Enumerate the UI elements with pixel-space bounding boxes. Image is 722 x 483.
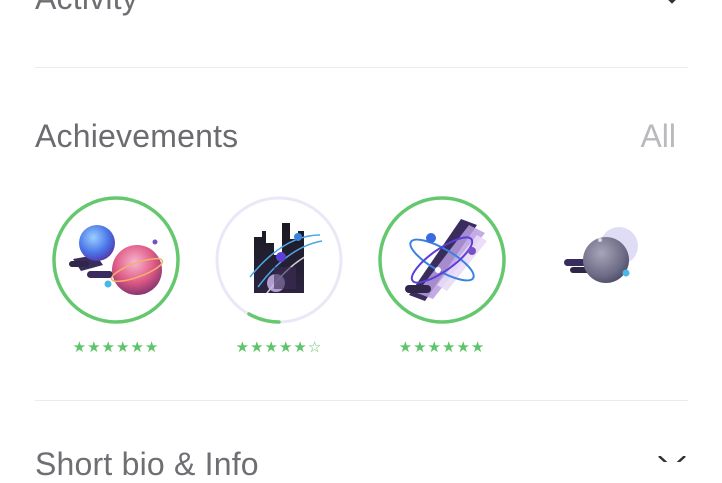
all-achievements-link[interactable]: All [640,118,676,155]
achievement-badge-atom-rocket[interactable] [377,195,507,325]
activity-section-title: Activity [35,0,138,17]
star-filled-icon: ★★★★★ [235,339,308,356]
section-divider [35,67,688,68]
planets-badge-icon [69,225,164,295]
achievements-section-title: Achievements [35,118,239,154]
achievement-badge-comet-planet[interactable] [540,195,670,325]
star-filled-icon: ★★★★★★ [72,339,160,356]
star-filled-icon: ★★★★★★ [398,339,486,356]
comet-planet-badge-icon [564,227,638,283]
badge-rating-stars: ★★★★★★ [51,338,181,356]
atom-rocket-badge-icon [405,219,487,301]
bio-section-title: Short bio & Info [35,446,259,482]
chevron-down-icon[interactable] [657,456,687,462]
city-orbit-badge-icon [249,223,323,298]
achievement-badge-city-orbit[interactable] [214,195,344,325]
chevron-down-icon[interactable] [660,0,684,6]
achievement-badge-planets[interactable] [51,195,181,325]
section-divider [35,400,688,401]
star-empty-icon: ☆ [307,339,323,356]
badge-rating-stars: ★★★★★☆ [214,338,344,356]
badge-rating-stars: ★★★★★★ [377,338,507,356]
